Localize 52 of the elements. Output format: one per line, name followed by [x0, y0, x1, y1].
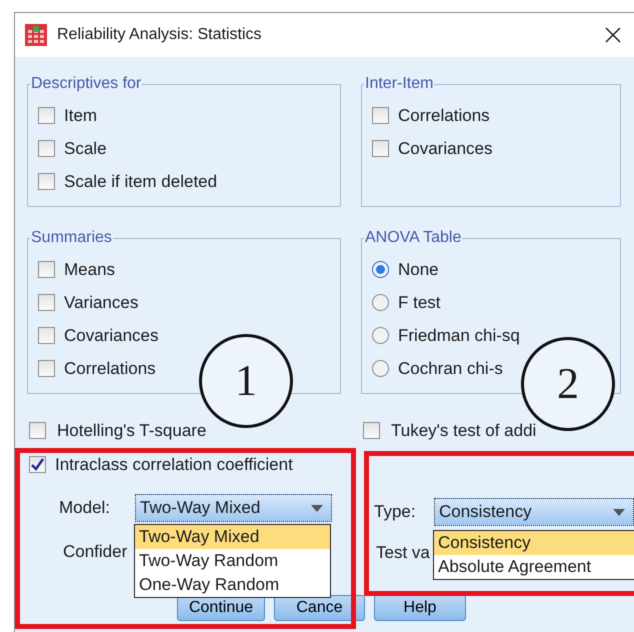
radio-button[interactable] — [372, 327, 389, 344]
app-icon — [25, 24, 47, 46]
caret-icon — [613, 508, 625, 516]
type-label: Type: — [374, 501, 417, 524]
checkbox-label: Correlations — [398, 104, 490, 127]
dropdown-option[interactable]: Absolute Agreement — [434, 555, 634, 579]
radio-label: Friedman chi-sq — [398, 324, 520, 347]
dropdown-option[interactable]: Two-Way Mixed — [135, 525, 330, 549]
checkbox-label: Scale — [64, 138, 107, 160]
callout-number: 1 — [199, 334, 293, 428]
model-label: Model: — [59, 497, 112, 520]
checkbox[interactable] — [38, 107, 55, 124]
close-icon[interactable] — [605, 27, 621, 43]
checkbox-label: Variances — [64, 292, 138, 314]
checkbox[interactable] — [38, 173, 55, 190]
dropdown-option[interactable]: Two-Way Random — [135, 549, 330, 573]
checkbox[interactable] — [38, 360, 55, 377]
checkbox[interactable] — [38, 140, 55, 157]
checkbox-label: Scale if item deleted — [64, 170, 218, 193]
checkbox[interactable] — [29, 456, 46, 473]
confidence-label: Confider — [63, 541, 128, 563]
test-value-label: Test va — [376, 542, 430, 564]
checkbox[interactable] — [38, 327, 55, 344]
model-dropdown[interactable]: Two-Way Mixed — [135, 494, 332, 522]
radio-button[interactable] — [372, 360, 389, 377]
dialog-button[interactable]: Help — [374, 595, 466, 621]
checkbox[interactable] — [363, 422, 380, 439]
dropdown-option[interactable]: Consistency — [434, 531, 634, 555]
caret-icon — [311, 504, 323, 512]
checkbox[interactable] — [372, 107, 389, 124]
group-title: Descriptives for — [30, 74, 142, 94]
checkbox[interactable] — [372, 140, 389, 157]
dropdown-value: Consistency — [439, 501, 532, 524]
window-title: Reliability Analysis: Statistics — [57, 25, 262, 45]
checkbox[interactable] — [38, 261, 55, 278]
radio-label: Cochran chi-s — [398, 358, 503, 380]
checkbox-label: Correlations — [64, 358, 156, 380]
checkbox[interactable] — [29, 422, 46, 439]
checkbox-label: Means — [64, 258, 116, 281]
checkbox-label: Item — [64, 104, 98, 127]
checkbox-label: Intraclass correlation coefficient — [55, 454, 293, 476]
checkbox-label: Tukey's test of addi — [391, 420, 536, 442]
radio-button[interactable] — [372, 294, 389, 311]
checkbox-label: Covariances — [64, 324, 158, 347]
radio-label: None — [398, 258, 439, 281]
radio-button[interactable] — [372, 261, 389, 278]
dropdown-value: Two-Way Mixed — [140, 497, 260, 520]
dropdown-option[interactable]: One-Way Random — [135, 573, 330, 597]
radio-label: F test — [398, 292, 441, 314]
checkbox-label: Covariances — [398, 138, 492, 160]
type-dropdown[interactable]: Consistency — [434, 498, 634, 526]
checkbox[interactable] — [38, 294, 55, 311]
